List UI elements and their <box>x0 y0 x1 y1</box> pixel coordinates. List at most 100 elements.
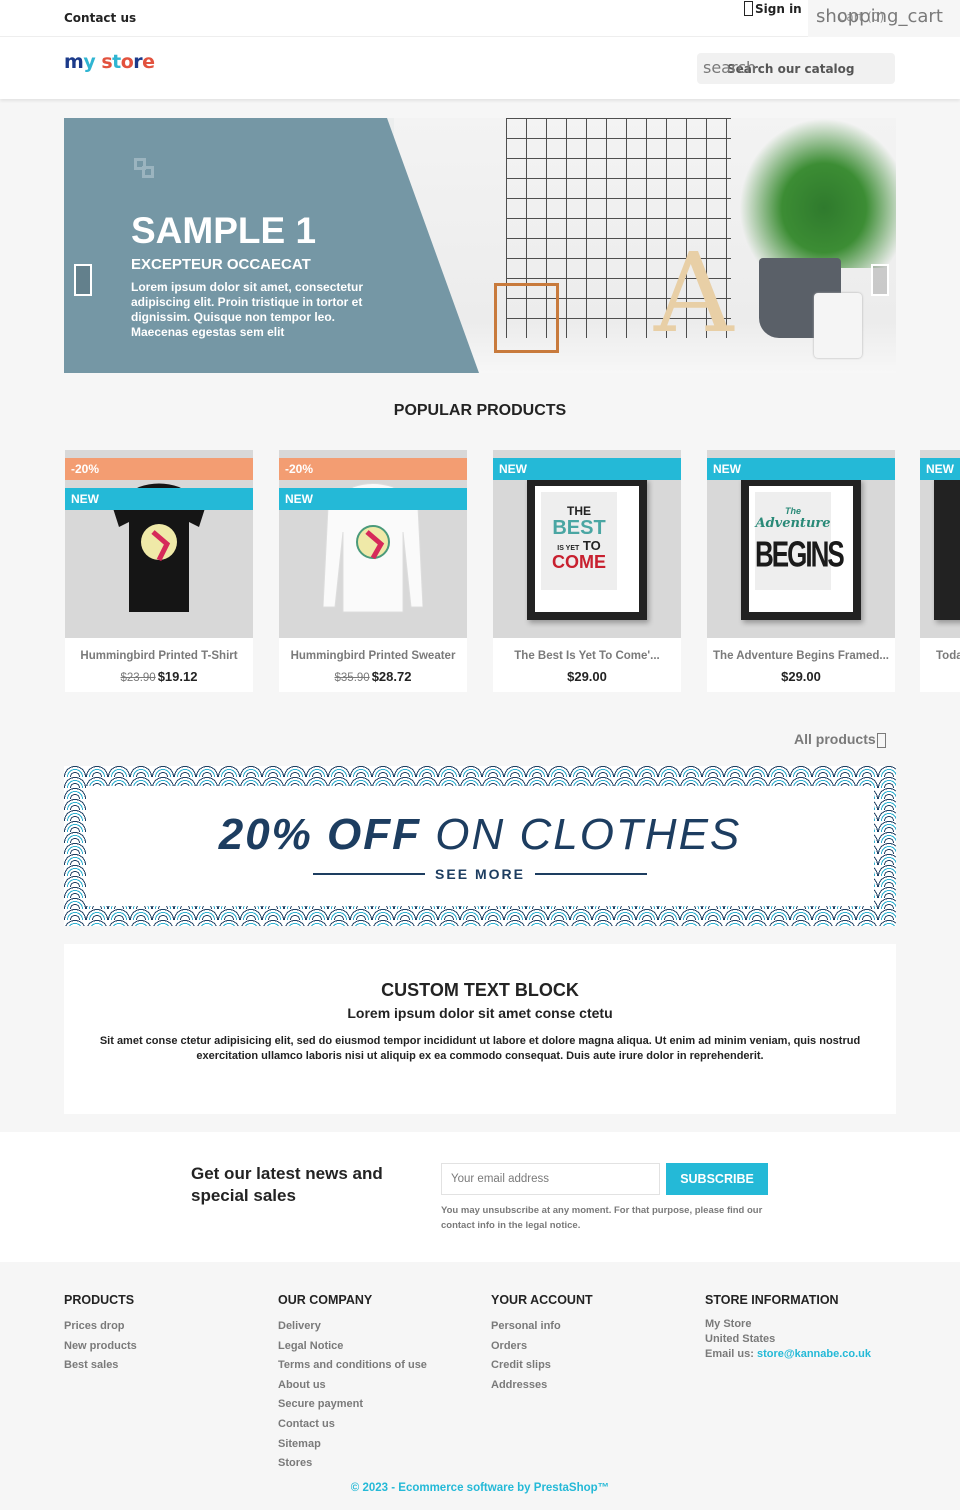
poster-text: Adventure <box>755 516 831 531</box>
newsletter-title: Get our latest news and special sales <box>191 1164 383 1205</box>
framed-poster-image <box>934 478 960 620</box>
custom-block-subtitle: Lorem ipsum dolor sit amet conse ctetu <box>347 1005 613 1021</box>
store-logo[interactable]: my store <box>64 51 155 73</box>
divider-line <box>313 873 426 875</box>
product-name[interactable]: Hummingbird Printed Sweater <box>279 650 467 662</box>
email-label: Email us: <box>705 1348 757 1360</box>
product-price-row: $35.90 $28.72 <box>279 669 467 684</box>
product-card[interactable]: The Adventure BEGINS NEW The Adventure B… <box>707 450 895 692</box>
search-icon[interactable]: search <box>703 58 756 77</box>
poster-text: TO <box>582 538 601 553</box>
plant-decor <box>739 118 896 268</box>
framed-poster-image: The Adventure BEGINS <box>741 478 861 620</box>
footer-store-info: STORE INFORMATION My Store United States… <box>705 1293 871 1362</box>
regular-price: $23.90 <box>120 672 156 684</box>
product-list: -20% NEW Hummingbird Printed T-Shirt $23… <box>65 450 960 692</box>
footer-link-best-sales[interactable]: Best sales <box>64 1359 118 1371</box>
framed-poster-image: THE BEST IS YET TO COME <box>527 478 647 620</box>
product-name[interactable]: The Best Is Yet To Come'... <box>493 650 681 662</box>
custom-block-title: CUSTOM TEXT BLOCK <box>381 980 579 1000</box>
footer-link-personal-info[interactable]: Personal info <box>491 1320 561 1332</box>
see-more-label: SEE MORE <box>435 866 525 882</box>
product-price: $28.72 <box>371 669 412 684</box>
custom-text-block: CUSTOM TEXT BLOCK Lorem ipsum dolor sit … <box>64 944 896 1114</box>
footer-column-title: STORE INFORMATION <box>705 1293 839 1307</box>
all-products-label: All products <box>794 730 876 747</box>
footer-link-new-products[interactable]: New products <box>64 1340 137 1352</box>
candle-decor <box>814 293 862 358</box>
all-products-link[interactable]: All products <box>794 729 886 748</box>
slide-title: SAMPLE 1 <box>131 210 317 251</box>
product-name[interactable]: The Adventure Begins Framed... <box>707 650 895 662</box>
product-card[interactable]: NEW Toda <box>920 450 960 692</box>
squares-icon <box>134 158 158 182</box>
footer-column-title: OUR COMPANY <box>278 1293 373 1307</box>
sign-in-label: Sign in <box>755 1 802 16</box>
logo-letter: r <box>133 51 143 73</box>
discount-flag: -20% <box>65 458 253 480</box>
logo-letter: e <box>142 51 155 73</box>
copyright-link[interactable]: © 2023 - Ecommerce software by PrestaSho… <box>0 1482 960 1494</box>
hero-slider: A SAMPLE 1 EXCEPTEUR OCCAECAT Lorem ipsu… <box>64 118 896 373</box>
divider-line <box>534 873 647 875</box>
footer-link-about-us[interactable]: About us <box>278 1379 326 1391</box>
footer-link-stores[interactable]: Stores <box>278 1457 312 1469</box>
footer: PRODUCTS Prices drop New products Best s… <box>0 1262 960 1510</box>
new-flag: NEW <box>493 458 681 480</box>
logo-letter: t <box>112 51 121 73</box>
logo-letter: o <box>120 51 134 73</box>
product-card[interactable]: -20% NEW Hummingbird Printed T-Shirt $23… <box>65 450 253 692</box>
regular-price: $35.90 <box>334 672 370 684</box>
footer-link-contact-us[interactable]: Contact us <box>278 1418 335 1430</box>
product-name[interactable]: Toda <box>920 650 960 662</box>
footer-link-terms[interactable]: Terms and conditions of use <box>278 1359 427 1371</box>
promo-headline: 20% OFF ON CLOTHES <box>86 810 874 860</box>
product-name[interactable]: Hummingbird Printed T-Shirt <box>65 650 253 662</box>
promo-headline-rest: ON CLOTHES <box>435 810 742 859</box>
slide-subtitle: EXCEPTEUR OCCAECAT <box>131 256 311 273</box>
footer-link-prices-drop[interactable]: Prices drop <box>64 1320 125 1332</box>
footer-link-secure-payment[interactable]: Secure payment <box>278 1398 363 1410</box>
discount-flag: -20% <box>279 458 467 480</box>
new-flag: NEW <box>279 488 467 510</box>
footer-link-sitemap[interactable]: Sitemap <box>278 1438 321 1450</box>
slide-image: A <box>394 118 896 373</box>
sign-in-link[interactable]: Sign in <box>744 1 802 16</box>
poster-text: The <box>784 506 801 516</box>
product-price-row: $29.00 <box>493 669 681 684</box>
custom-block-body: Sit amet conse ctetur adipisicing elit, … <box>99 1035 861 1062</box>
product-price: $19.12 <box>157 669 198 684</box>
slider-next-arrow-icon[interactable] <box>871 264 889 296</box>
new-flag: NEW <box>65 488 253 510</box>
newsletter-section: Get our latest news and special sales SU… <box>0 1132 960 1262</box>
product-price-row: $29.00 <box>707 669 895 684</box>
footer-link-orders[interactable]: Orders <box>491 1340 527 1352</box>
footer-link-credit-slips[interactable]: Credit slips <box>491 1359 551 1371</box>
chevron-right-icon <box>876 733 886 748</box>
slider-prev-arrow-icon[interactable] <box>74 264 92 296</box>
promo-content: 20% OFF ON CLOTHES SEE MORE <box>86 786 874 906</box>
product-price-row: $23.90 $19.12 <box>65 669 253 684</box>
email-field[interactable] <box>441 1163 660 1195</box>
shopping-cart-icon: shopping_cart <box>816 6 943 27</box>
poster-text: BEST <box>552 517 606 539</box>
product-card[interactable]: -20% NEW Hummingbird Printed Sweater $35… <box>279 450 467 692</box>
promo-headline-bold: 20% OFF <box>218 810 421 859</box>
poster-text: BEGINS <box>755 532 845 575</box>
header-nav: Contact us Sign in Cart (0) shopping_car… <box>0 0 960 37</box>
footer-column-title: YOUR ACCOUNT <box>491 1293 593 1307</box>
footer-column-title: PRODUCTS <box>64 1293 135 1307</box>
footer-link-addresses[interactable]: Addresses <box>491 1379 547 1391</box>
store-email-link[interactable]: store@kannabe.co.uk <box>757 1348 871 1360</box>
footer-link-delivery[interactable]: Delivery <box>278 1320 321 1332</box>
subscribe-button[interactable]: SUBSCRIBE <box>666 1163 768 1195</box>
product-price: $29.00 <box>781 669 821 684</box>
cart-button[interactable]: Cart (0) shopping_cart <box>808 0 960 37</box>
new-flag: NEW <box>707 458 895 480</box>
store-name: My Store <box>705 1318 752 1330</box>
footer-link-legal-notice[interactable]: Legal Notice <box>278 1340 343 1352</box>
poster-text: IS YET <box>557 545 580 552</box>
contact-us-link[interactable]: Contact us <box>64 11 136 25</box>
promo-banner[interactable]: 20% OFF ON CLOTHES SEE MORE <box>64 766 896 926</box>
product-card[interactable]: THE BEST IS YET TO COME NEW The Best Is … <box>493 450 681 692</box>
